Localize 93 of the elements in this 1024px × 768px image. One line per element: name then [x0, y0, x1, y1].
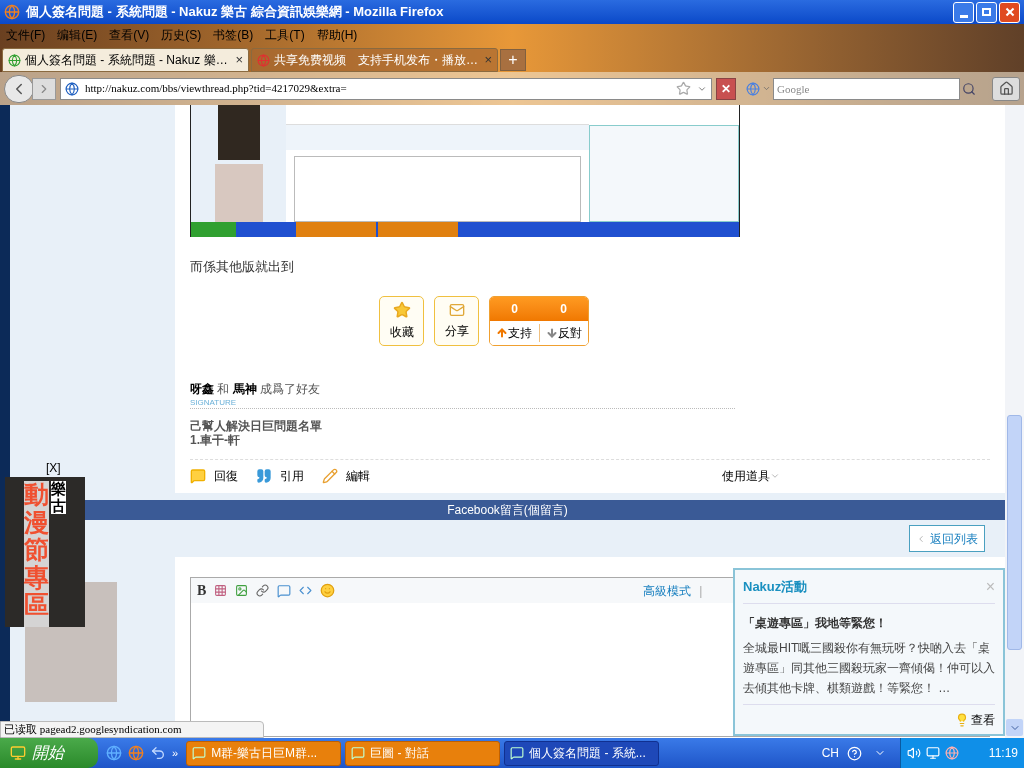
language-indicator[interactable]: CH [821, 744, 839, 762]
address-field[interactable]: http://nakuz.com/bbs/viewthread.php?tid=4217029&extra= [60, 77, 712, 100]
speech-bubble-icon [190, 467, 206, 484]
menu-item[interactable]: 历史(S) [161, 25, 202, 44]
vote-count: 0 [510, 300, 519, 318]
taskbar-button[interactable]: M群-樂古日巨M群... [186, 740, 342, 766]
tools-menu[interactable]: 使用道具 [722, 466, 770, 485]
bold-button[interactable]: B [197, 580, 207, 601]
scrollbar-thumb[interactable] [1007, 415, 1022, 650]
tab-favicon-icon [257, 53, 270, 67]
new-tab-button[interactable]: + [500, 49, 526, 71]
speech-bubble-icon[interactable] [277, 583, 292, 598]
status-text: 已读取 pagead2.googlesyndication.com [4, 722, 182, 738]
start-label: 開始 [32, 743, 64, 763]
stop-button[interactable]: ✕ [716, 77, 736, 100]
lightbulb-icon [955, 712, 969, 727]
back-button[interactable] [4, 74, 34, 103]
ad-title: 動漫節專區 [24, 481, 49, 627]
tab-favicon-icon [8, 53, 21, 67]
arrow-up-icon [496, 326, 509, 339]
image-icon[interactable] [235, 584, 249, 597]
signature-label: SIGNATURE [190, 397, 237, 408]
window-title: 個人簽名問題 - 系統問題 - Nakuz 樂古 綜合資訊娛樂網 - Mozilla Firefox [26, 3, 444, 22]
advanced-mode-link[interactable]: 高級模式 [643, 581, 692, 600]
star-icon [392, 300, 411, 319]
post-action-button[interactable]: 分享 [434, 295, 479, 346]
tab-title: 共享免费视频 支持手机发布・播放… [274, 52, 478, 69]
menu-item[interactable]: 查看(V) [109, 25, 150, 44]
scrollbar[interactable] [1005, 105, 1024, 738]
taskbar-button[interactable]: 巨圖 - 對話 [345, 740, 501, 766]
back-to-list-button[interactable]: 返回列表 [909, 525, 985, 552]
scroll-down-button[interactable] [1006, 719, 1023, 736]
ad-close-button[interactable]: [X] [46, 459, 61, 477]
more-button[interactable]: » [172, 744, 179, 762]
caret-left-icon [916, 533, 926, 544]
forward-button[interactable] [32, 77, 56, 100]
search-icon[interactable] [962, 81, 976, 96]
signature-line: 己幫人解決日巨問題名單 [190, 418, 323, 433]
signature-line: 1.車干-軒 [190, 432, 241, 447]
dropdown-caret-icon[interactable] [762, 84, 771, 93]
vote-button[interactable]: 反對 [538, 323, 588, 342]
home-button[interactable] [992, 76, 1020, 101]
clock: 11:19 [988, 745, 1018, 762]
restore-button[interactable] [976, 1, 997, 23]
post-action-link[interactable]: 編輯 [346, 466, 370, 485]
tab-close-button[interactable]: × [484, 50, 492, 70]
bookmark-star-icon[interactable] [676, 81, 691, 96]
browser-icon[interactable] [128, 745, 144, 761]
popup-view-link[interactable]: 查看 [971, 710, 995, 729]
minimize-button[interactable] [953, 1, 974, 23]
post-action-button[interactable]: 收藏 [379, 295, 424, 346]
help-icon[interactable] [847, 745, 862, 761]
ad-brand: 樂古 [51, 481, 66, 514]
color-grid-icon[interactable] [214, 584, 228, 597]
browser-logo-icon [4, 4, 20, 20]
browser-icon[interactable] [106, 745, 122, 761]
browser-tab[interactable]: 個人簽名問題 - 系統問題 - Nakuz 樂… × [2, 48, 249, 72]
home-icon [998, 81, 1014, 96]
tab-title: 個人簽名問題 - 系統問題 - Nakuz 樂… [25, 52, 228, 69]
pencil-icon [322, 467, 338, 484]
vote-count: 0 [559, 300, 568, 318]
code-icon[interactable] [299, 584, 313, 597]
taskbar-button[interactable]: 個人簽名問題 - 系統... [504, 740, 660, 766]
search-engine-icon[interactable] [746, 81, 760, 96]
smiley-icon[interactable] [320, 583, 336, 598]
speaker-icon[interactable] [907, 746, 921, 760]
menu-item[interactable]: 书签(B) [213, 25, 254, 44]
site-icon [65, 81, 79, 96]
envelope-icon [448, 301, 465, 318]
post-action-link[interactable]: 回復 [214, 466, 238, 485]
menu-item[interactable]: 帮助(H) [316, 25, 358, 44]
chat-icon [192, 746, 207, 760]
popup-title: Nakuz活動 [743, 577, 808, 596]
tab-close-button[interactable]: × [235, 50, 243, 70]
vote-button[interactable]: 支持 [490, 323, 539, 342]
popup-heading: 「桌遊專區」我地等緊您！ [743, 615, 888, 632]
chat-icon [351, 746, 366, 760]
chat-icon [510, 746, 525, 760]
quote-icon [256, 467, 272, 484]
post-text: 而係其他版就出到 [190, 258, 295, 276]
browser-tab[interactable]: 共享免费视频 支持手机发布・播放… × [251, 48, 498, 72]
post-action-link[interactable]: 引用 [280, 466, 304, 485]
popup-body: 全城最HIT嘅三國殺你有無玩呀？快啲入去「桌遊專區」同其他三國殺玩家一齊傾偈！仲可以入去傾其他卡牌、棋類遊戲！等緊您！ … [743, 640, 995, 697]
tray-app-icon[interactable] [945, 746, 959, 760]
search-field[interactable]: Google [773, 77, 960, 100]
menu-item[interactable]: 工具(T) [265, 25, 305, 44]
activity-text: 呀鑫 和 馬神 成爲了好友 [190, 380, 321, 398]
close-button[interactable] [999, 1, 1020, 23]
menu-item[interactable]: 编辑(E) [57, 25, 98, 44]
link-icon[interactable] [256, 584, 270, 597]
arrow-down-icon [545, 326, 558, 339]
start-button[interactable]: 開始 [0, 738, 98, 768]
toolbar-divider: | [699, 582, 703, 600]
